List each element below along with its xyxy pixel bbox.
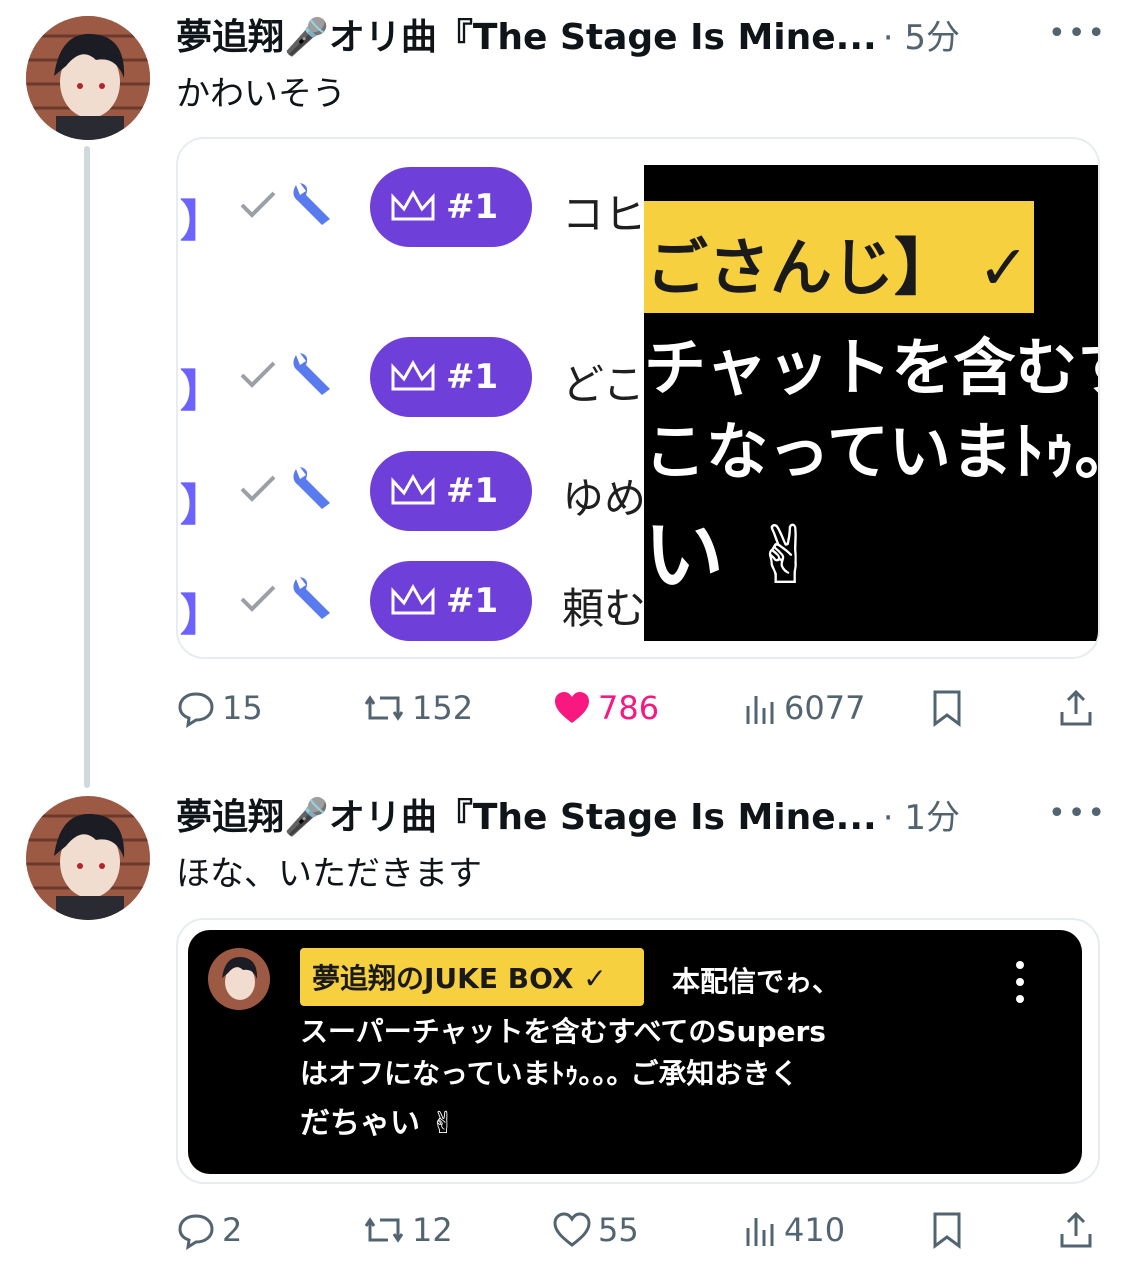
more-options-icon[interactable]: ••• [1048, 796, 1107, 831]
chat-message-text: どこ [562, 360, 645, 409]
chat-avatar [208, 948, 270, 1010]
message-text-line: はオフになっていまﾄｩ｡｡｡ ご承知おきく [300, 1057, 799, 1090]
verified-check-icon [240, 585, 276, 612]
reply-count: 2 [222, 1211, 243, 1249]
tweet-timestamp[interactable]: · 5分 [883, 10, 960, 59]
message-text-line: 本配信でゎ、 [672, 965, 841, 998]
crown-icon [391, 473, 435, 505]
tweet-actions: 15 152 786 6077 [176, 678, 1096, 738]
crown-icon [391, 359, 435, 391]
chat-row: 】 #1 ゆめ [178, 451, 648, 535]
channel-badge-text: 夢追翔のJUKE BOX ✓ [312, 962, 607, 995]
bookmark-button[interactable] [930, 1200, 970, 1260]
verified-check-icon [240, 361, 276, 388]
views-count: 410 [784, 1211, 846, 1249]
rank-label: #1 [446, 357, 499, 397]
retweet-count: 152 [412, 689, 474, 727]
author-avatar[interactable] [26, 16, 150, 140]
views-chart-icon [746, 696, 774, 724]
rank-badge: #1 [370, 451, 532, 531]
bookmark-icon [933, 1212, 961, 1249]
views-button[interactable]: 6077 [742, 678, 865, 738]
chat-row: 】 #1 コヒ [178, 167, 648, 251]
author-name[interactable]: 夢追翔🎤オリ曲『The Stage Is Mine... [176, 788, 877, 840]
like-count: 786 [598, 689, 660, 727]
share-button[interactable] [1056, 678, 1102, 738]
bracket-glyph: 】 [180, 480, 224, 531]
zoom-text-line: チャットを含むす [644, 331, 1098, 404]
retweet-icon [364, 695, 404, 721]
bracket-glyph: 】 [180, 196, 224, 247]
retweet-button[interactable]: 12 [362, 1200, 453, 1260]
retweet-button[interactable]: 152 [362, 678, 473, 738]
reply-count: 15 [222, 689, 263, 727]
message-text-line: スーパーチャットを含むすべてのSupers [300, 1015, 826, 1048]
zoomed-chat-panel: ごさんじ】 ✓ チャットを含むす こなっていまﾄｩ｡｡ い ✌ [644, 165, 1098, 641]
heart-outline-icon [553, 1212, 591, 1247]
tweet-text: ほな、いただきます [176, 854, 482, 894]
wrench-icon [293, 183, 330, 225]
share-icon [1060, 689, 1092, 726]
chat-message-text: コヒ [562, 190, 647, 239]
tweet-text: かわいそう [176, 74, 346, 114]
crown-icon [391, 189, 435, 221]
tweet-media-image[interactable]: 夢追翔のJUKE BOX ✓ 本配信でゎ、 スーパーチャットを含むすべてのSup… [176, 918, 1100, 1184]
youtube-chat-message: 夢追翔のJUKE BOX ✓ 本配信でゎ、 スーパーチャットを含むすべてのSup… [188, 930, 1082, 1174]
rank-badge: #1 [370, 337, 532, 417]
tweet-actions: 2 12 55 410 [176, 1200, 1096, 1260]
bookmark-icon [933, 690, 961, 727]
author-name[interactable]: 夢追翔🎤オリ曲『The Stage Is Mine... [176, 8, 877, 60]
like-button[interactable]: 786 [552, 678, 659, 738]
chat-message-text: 頼む [562, 584, 647, 633]
bracket-glyph: 】 [180, 366, 224, 417]
rank-label: #1 [446, 471, 499, 511]
tweet-media-image[interactable]: 】 #1 コヒ 】 #1 どこ 】 #1 ゆめ 】 #1 頼む ごさんじ】 ✓ … [176, 137, 1100, 659]
channel-badge: 夢追翔のJUKE BOX ✓ [300, 948, 644, 1006]
kebab-menu-icon [1016, 961, 1024, 1003]
rank-label: #1 [446, 581, 499, 621]
reply-button[interactable]: 2 [176, 1200, 242, 1260]
rank-badge: #1 [370, 167, 532, 247]
crown-icon [391, 583, 435, 615]
wrench-icon [293, 577, 330, 619]
more-options-icon[interactable]: ••• [1048, 16, 1107, 51]
share-button[interactable] [1056, 1200, 1102, 1260]
chat-message-text: ゆめ [562, 474, 647, 523]
zoom-text-line: い ✌ [644, 509, 819, 602]
heart-filled-icon [555, 692, 589, 723]
tweet-timestamp[interactable]: · 1分 [883, 790, 960, 839]
rank-label: #1 [446, 187, 499, 227]
bookmark-button[interactable] [930, 678, 970, 738]
share-icon [1060, 1211, 1092, 1248]
views-chart-icon [746, 1218, 774, 1246]
author-avatar[interactable] [26, 796, 150, 920]
like-button[interactable]: 55 [552, 1200, 639, 1260]
views-button[interactable]: 410 [742, 1200, 845, 1260]
wrench-icon [293, 353, 330, 395]
thread-connector-line [84, 146, 90, 788]
retweet-icon [364, 1217, 404, 1243]
views-count: 6077 [784, 689, 866, 727]
message-text-line: だちゃい ✌ [300, 1106, 456, 1141]
zoom-text-line: こなっていまﾄｩ｡｡ [644, 415, 1098, 488]
tweet-header: 夢追翔🎤オリ曲『The Stage Is Mine... · 5分 [176, 10, 960, 58]
verified-check-icon [240, 475, 276, 502]
wrench-icon [293, 467, 330, 509]
rank-badge: #1 [370, 561, 532, 641]
chat-row: 】 #1 どこ [178, 337, 648, 421]
chat-row: 】 #1 頼む [178, 561, 648, 645]
reply-icon [178, 692, 214, 728]
reply-button[interactable]: 15 [176, 678, 263, 738]
bracket-glyph: 】 [180, 590, 224, 641]
reply-icon [178, 1214, 214, 1250]
retweet-count: 12 [412, 1211, 453, 1249]
zoom-badge-text: ごさんじ】 ✓ [646, 231, 1030, 304]
verified-check-icon [240, 191, 276, 218]
like-count: 55 [598, 1211, 639, 1249]
tweet-header: 夢追翔🎤オリ曲『The Stage Is Mine... · 1分 [176, 790, 960, 838]
